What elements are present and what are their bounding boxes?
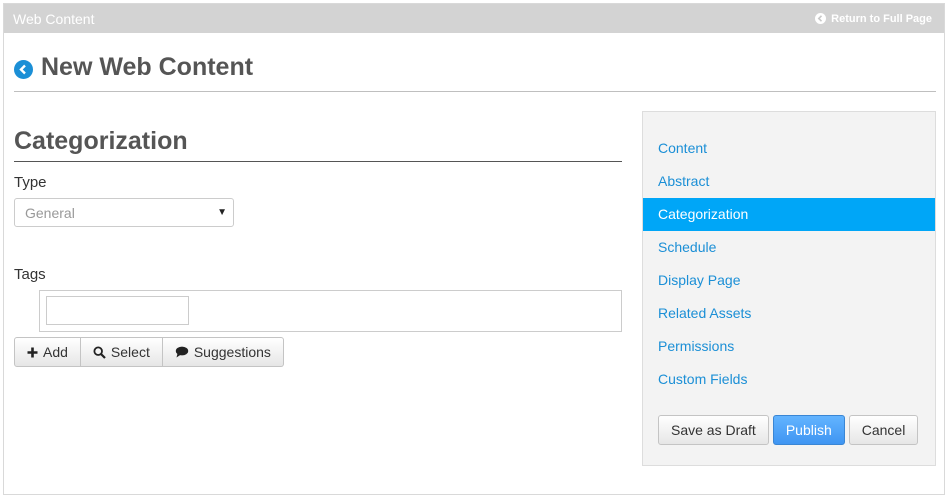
suggestions-button-label: Suggestions: [193, 344, 271, 360]
page-title: New Web Content: [41, 53, 254, 81]
form-navigator: Content Abstract Categorization Schedule…: [642, 111, 936, 466]
type-select[interactable]: General ▼: [14, 198, 234, 227]
tags-input[interactable]: [46, 296, 189, 325]
portlet-title: Web Content: [13, 10, 95, 27]
arrow-left-circle-icon: [815, 13, 827, 24]
nav-item-categorization[interactable]: Categorization: [643, 198, 935, 231]
save-as-draft-button[interactable]: Save as Draft: [658, 415, 769, 445]
type-select-value: General: [25, 204, 75, 221]
nav-item-permissions[interactable]: Permissions: [643, 330, 935, 363]
tags-label: Tags: [14, 266, 46, 283]
suggestions-button[interactable]: Suggestions: [162, 337, 284, 367]
nav-item-display-page[interactable]: Display Page: [643, 264, 935, 297]
nav-item-abstract[interactable]: Abstract: [643, 165, 935, 198]
publish-button[interactable]: Publish: [772, 415, 845, 445]
chevron-left-circle-icon[interactable]: [14, 60, 33, 79]
page-header: New Web Content: [14, 52, 936, 92]
caret-down-icon: ▼: [217, 207, 227, 218]
form-actions: Save as Draft Publish Cancel: [658, 415, 919, 445]
select-tag-button-label: Select: [110, 344, 150, 360]
nav-item-related-assets[interactable]: Related Assets: [643, 297, 935, 330]
cancel-button[interactable]: Cancel: [848, 415, 919, 445]
return-to-full-page-link[interactable]: Return to Full Page: [815, 13, 932, 25]
add-tag-button[interactable]: Add: [14, 337, 81, 367]
tags-button-group: Add Select Suggestions: [14, 337, 284, 367]
select-tag-button[interactable]: Select: [80, 337, 163, 367]
nav-item-content[interactable]: Content: [643, 132, 935, 165]
plus-icon: [27, 347, 38, 358]
type-label: Type: [14, 174, 47, 191]
portlet-window: Web Content Return to Full Page New Web …: [3, 3, 945, 495]
add-tag-button-label: Add: [43, 344, 68, 360]
section-title: Categorization: [14, 124, 622, 162]
search-icon: [93, 345, 106, 359]
tags-container: [39, 290, 622, 332]
nav-item-schedule[interactable]: Schedule: [643, 231, 935, 264]
return-to-full-page-label: Return to Full Page: [831, 12, 932, 25]
portlet-titlebar: Web Content Return to Full Page: [4, 4, 944, 33]
nav-item-custom-fields[interactable]: Custom Fields: [643, 363, 935, 396]
form-navigator-menu: Content Abstract Categorization Schedule…: [643, 132, 935, 396]
comment-icon: [175, 346, 189, 358]
